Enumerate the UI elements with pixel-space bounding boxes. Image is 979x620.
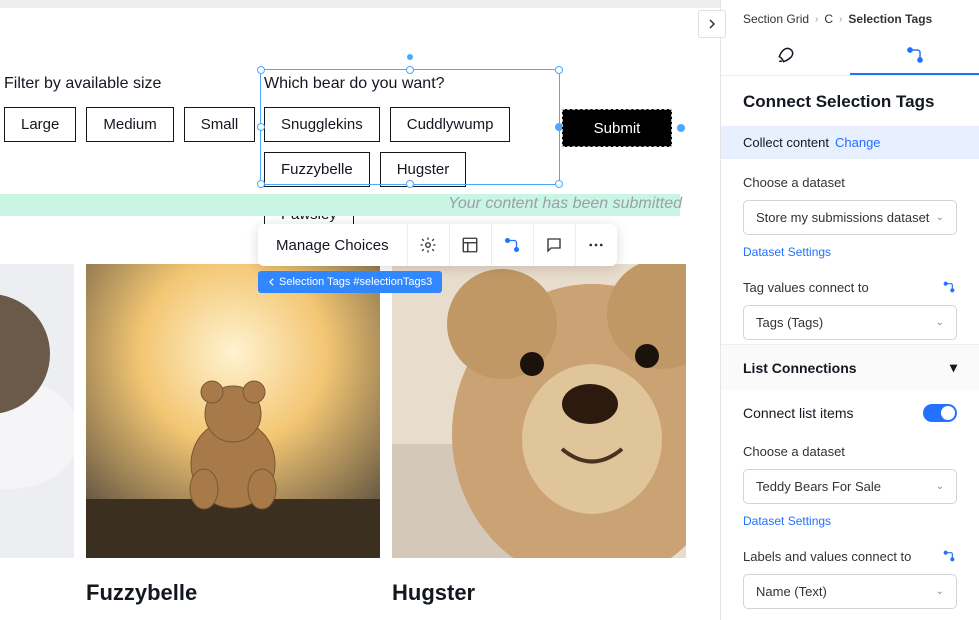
manage-choices-button[interactable]: Manage Choices (258, 237, 407, 254)
element-toolbar: Manage Choices (258, 224, 617, 266)
gallery-title: Hugster (392, 580, 686, 606)
resize-handle-bm[interactable] (406, 180, 414, 188)
layout-button[interactable] (449, 224, 491, 266)
resize-handle-tr[interactable] (555, 66, 563, 74)
dataset-section-2: Choose a dataset Teddy Bears For Sale ⌄ … (721, 428, 979, 532)
resize-handle-bl[interactable] (257, 180, 265, 188)
dataset-select-2[interactable]: Teddy Bears For Sale ⌄ (743, 469, 957, 504)
component-id-badge[interactable]: Selection Tags #selectionTags3 (258, 271, 442, 293)
chevron-down-icon: ⌄ (936, 317, 944, 328)
top-strip (0, 0, 720, 8)
brush-icon (776, 45, 796, 65)
more-horizontal-icon (587, 236, 605, 254)
dataset-select-value-2: Teddy Bears For Sale (756, 479, 881, 494)
gallery-image (86, 264, 380, 558)
dataset-settings-link-2[interactable]: Dataset Settings (743, 514, 831, 528)
gallery-title: Fuzzybelle (86, 580, 380, 606)
gallery-image (392, 264, 686, 558)
size-option-medium[interactable]: Medium (86, 107, 173, 142)
submit-button[interactable]: Submit (562, 109, 672, 147)
filter-size-block: Filter by available size Large Medium Sm… (4, 75, 256, 142)
size-option-large[interactable]: Large (4, 107, 76, 142)
chevron-right-icon: › (839, 14, 842, 25)
comment-icon (545, 236, 563, 254)
tag-values-value: Tags (Tags) (756, 315, 823, 330)
panel-title: Connect Selection Tags (721, 76, 979, 126)
gallery-card[interactable]: Hugster (392, 264, 686, 606)
gallery-card[interactable]: Fuzzybelle (86, 264, 380, 606)
dataset-settings-link-1[interactable]: Dataset Settings (743, 245, 831, 259)
chevron-down-icon: ⌄ (936, 586, 944, 597)
labels-connect-label: Labels and values connect to (743, 549, 911, 564)
labels-select[interactable]: Name (Text) ⌄ (743, 574, 957, 609)
dataset-section-1: Choose a dataset Store my submissions da… (721, 159, 979, 263)
choose-dataset-label-2: Choose a dataset (743, 444, 957, 459)
choose-dataset-label: Choose a dataset (743, 175, 957, 190)
panel-tabs (721, 36, 979, 76)
breadcrumb-root[interactable]: Section Grid (743, 12, 809, 26)
tab-design[interactable] (721, 36, 850, 75)
selection-outline (260, 69, 560, 185)
caret-down-icon: ▾ (950, 359, 957, 376)
chevron-left-icon (268, 278, 275, 286)
filter-size-label: Filter by available size (4, 75, 256, 93)
resize-handle-tl[interactable] (257, 66, 265, 74)
layout-icon (461, 236, 479, 254)
resize-handle-ml[interactable] (257, 123, 265, 131)
chevron-right-icon (707, 19, 717, 29)
submit-label: Submit (594, 120, 641, 137)
dataflow-icon (905, 45, 925, 65)
tag-values-section: Tag values connect to Tags (Tags) ⌄ (721, 263, 979, 344)
gallery-image (0, 264, 74, 558)
dataset-select-1[interactable]: Store my submissions dataset ⌄ (743, 200, 957, 235)
list-connections-label: List Connections (743, 360, 857, 376)
collect-change-link[interactable]: Change (835, 135, 881, 150)
collect-content-bar: Collect content Change (721, 126, 979, 159)
size-option-small[interactable]: Small (184, 107, 256, 142)
dataflow-icon (503, 236, 521, 254)
component-id-text: Selection Tags #selectionTags3 (279, 276, 432, 288)
data-refresh-button[interactable] (941, 279, 957, 295)
resize-handle-tm[interactable] (406, 66, 414, 74)
tag-values-label: Tag values connect to (743, 280, 869, 295)
data-refresh-button-2[interactable] (941, 548, 957, 564)
labels-section: Labels and values connect to Name (Text)… (721, 532, 979, 613)
tag-values-select[interactable]: Tags (Tags) ⌄ (743, 305, 957, 340)
settings-button[interactable] (407, 224, 449, 266)
connect-list-items-label: Connect list items (743, 405, 853, 421)
success-message: Your content has been submitted (448, 195, 682, 213)
gallery-card[interactable] (0, 264, 74, 606)
connect-list-items-row: Connect list items (721, 390, 979, 428)
gear-icon (419, 236, 437, 254)
editor-canvas: Filter by available size Large Medium Sm… (0, 0, 720, 620)
chevron-down-icon: ⌄ (936, 481, 944, 492)
chevron-down-icon: ⌄ (936, 212, 944, 223)
inspector-panel: Section Grid › C › Selection Tags Connec… (720, 0, 979, 620)
product-gallery: Fuzzybelle (0, 264, 680, 606)
chevron-right-icon: › (815, 14, 818, 25)
list-connections-header[interactable]: List Connections ▾ (721, 344, 979, 390)
resize-handle-br[interactable] (555, 180, 563, 188)
comment-button[interactable] (533, 224, 575, 266)
collect-label: Collect content (743, 135, 829, 150)
tab-connect[interactable] (850, 36, 979, 75)
selection-rotate-handle[interactable] (407, 54, 413, 60)
more-button[interactable] (575, 224, 617, 266)
breadcrumb-leaf: Selection Tags (848, 12, 932, 26)
panel-collapse-button[interactable] (698, 10, 726, 38)
labels-value: Name (Text) (756, 584, 827, 599)
breadcrumb: Section Grid › C › Selection Tags (721, 0, 979, 36)
breadcrumb-mid[interactable]: C (824, 12, 833, 26)
connect-list-items-toggle[interactable] (923, 404, 957, 422)
data-connect-button[interactable] (491, 224, 533, 266)
selection-side-anchor[interactable] (677, 124, 685, 132)
dataset-select-value: Store my submissions dataset (756, 210, 929, 225)
